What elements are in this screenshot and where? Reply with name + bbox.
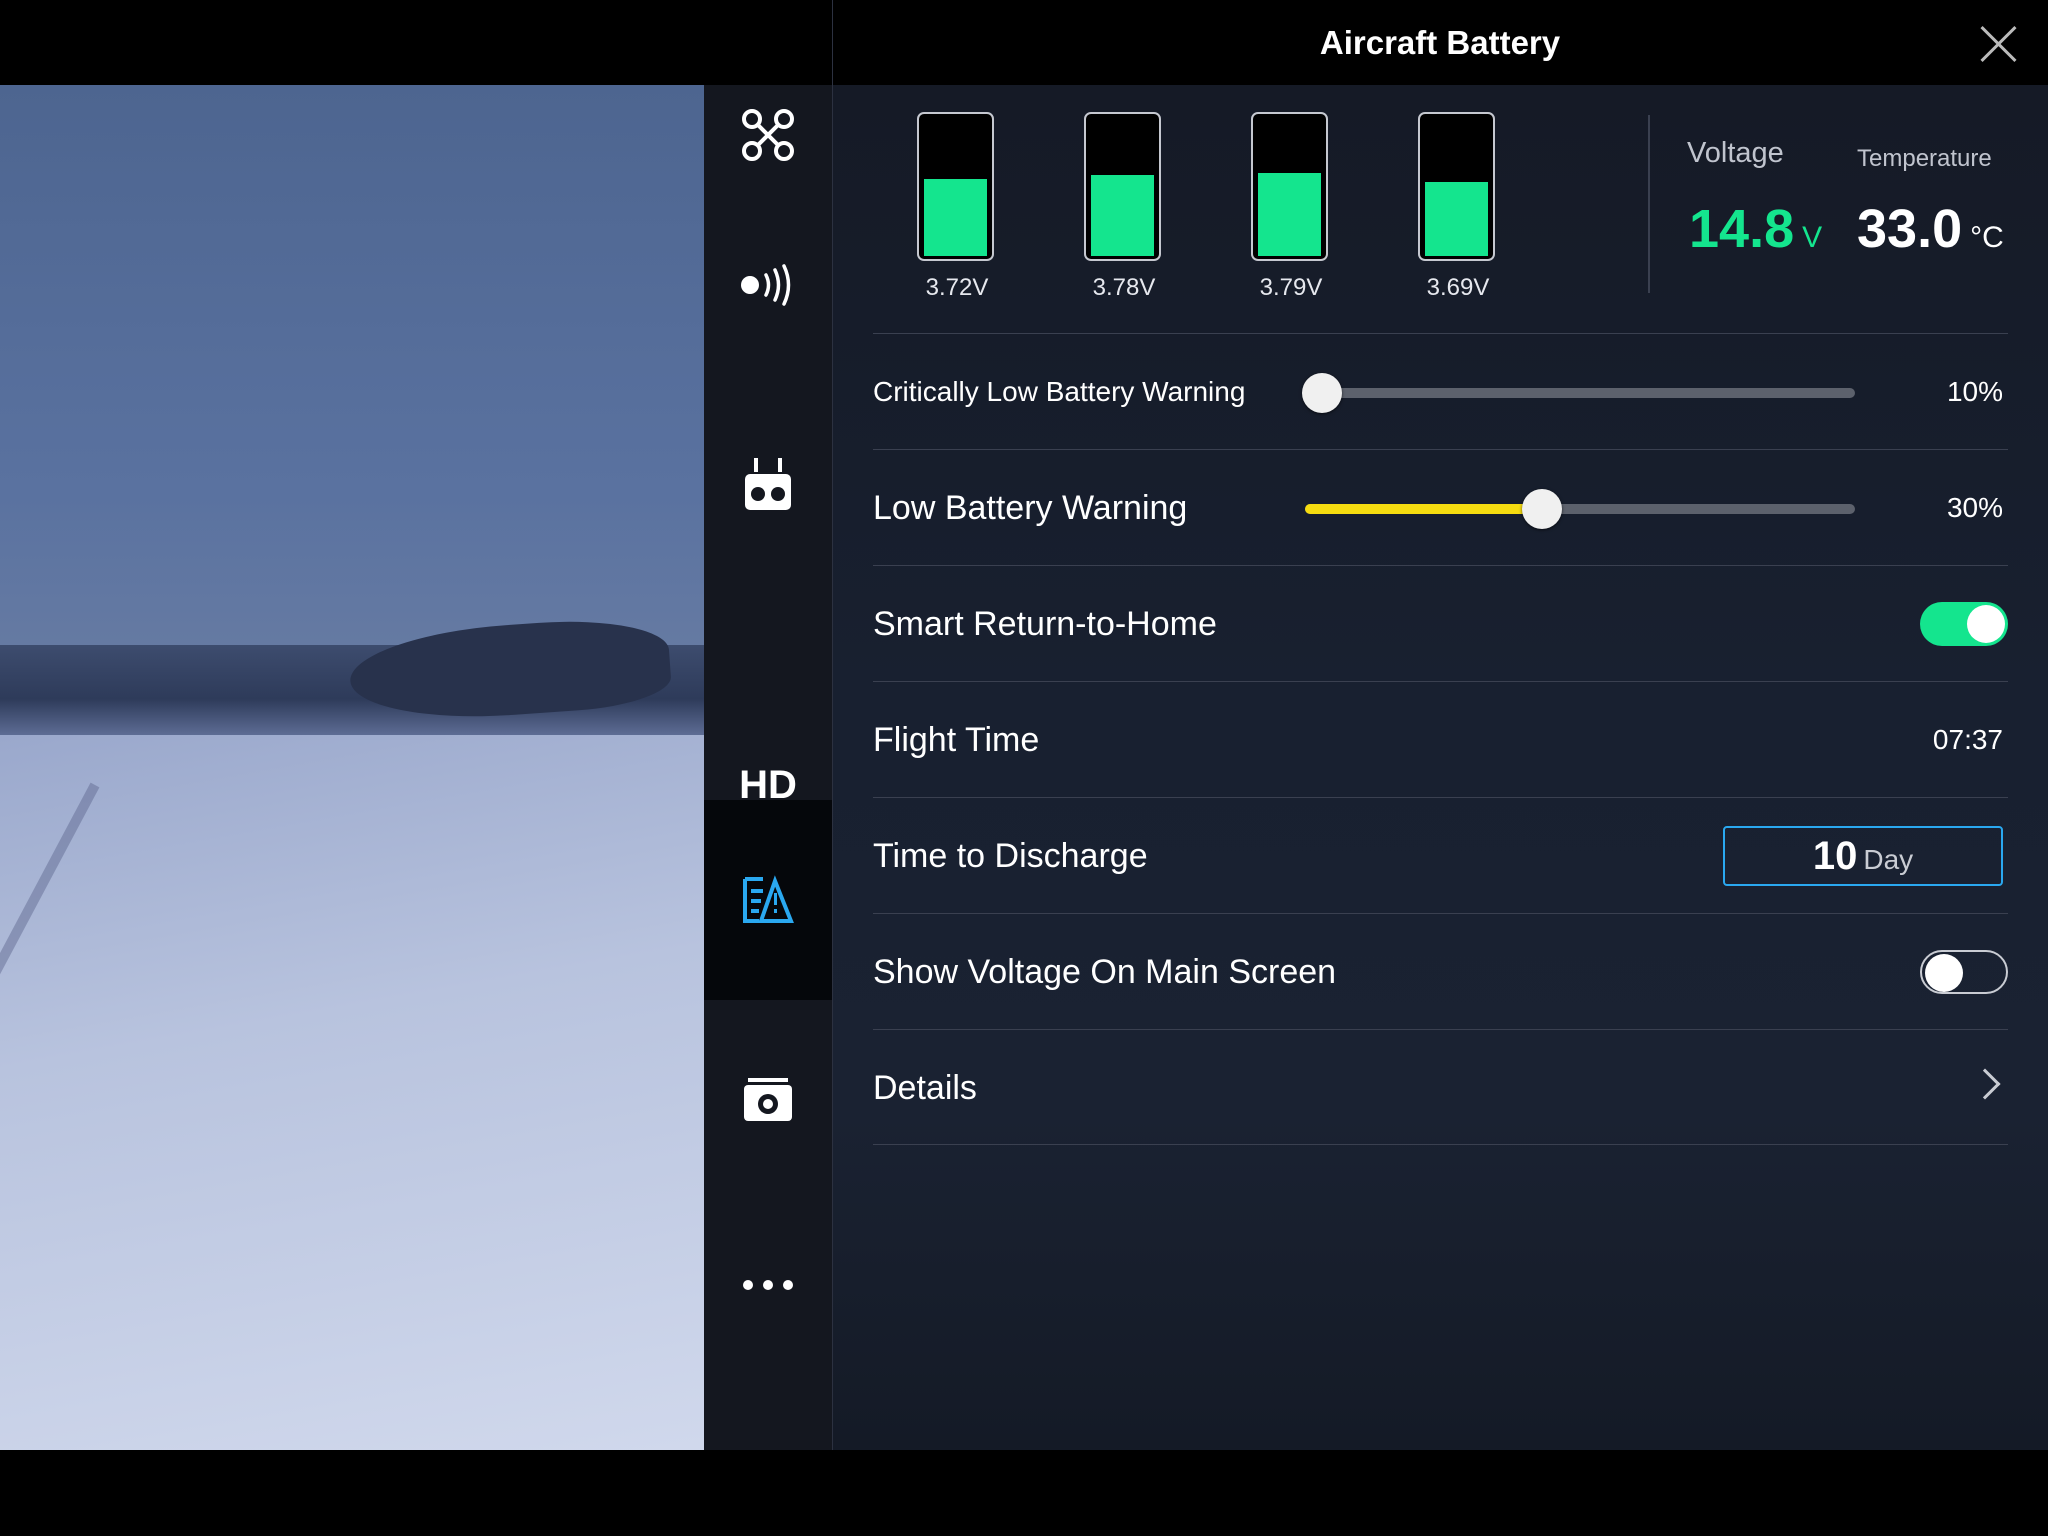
slider-knob[interactable]: [1301, 373, 1342, 413]
voltage-value: 14.8 V: [1689, 198, 1822, 260]
settings-sidebar: HD: [704, 85, 832, 1450]
voltage-unit: V: [1802, 221, 1823, 254]
sidebar-item-more[interactable]: [704, 1200, 832, 1370]
camera-icon: [744, 1078, 792, 1121]
bottom-bar: [0, 1450, 2048, 1536]
stats-divider: [1648, 115, 1650, 293]
discharge-unit: Day: [1863, 844, 1914, 875]
voltage-label: Voltage: [1687, 137, 1784, 169]
critical-low-value: 10%: [1946, 376, 2003, 407]
show-voltage-label: Show Voltage On Main Screen: [873, 953, 1337, 991]
cell-voltage: 3.79V: [1259, 274, 1323, 301]
temperature-unit: °C: [1970, 221, 2004, 254]
details-row[interactable]: Details: [873, 1029, 2008, 1145]
battery-cell: 3.78V: [1084, 112, 1164, 301]
sidebar-item-camera[interactable]: [704, 1000, 832, 1200]
cell-fill: [1091, 174, 1154, 256]
details-label: Details: [873, 1069, 977, 1107]
cell-voltage: 3.72V: [925, 274, 989, 301]
critical-low-label: Critically Low Battery Warning: [873, 376, 1246, 407]
temperature-label: Temperature: [1857, 145, 1992, 172]
remote-controller-icon: [745, 458, 791, 510]
cell-gauge: [1418, 112, 1495, 261]
discharge-label: Time to Discharge: [873, 837, 1148, 875]
discharge-input[interactable]: 10 Day: [1723, 826, 2003, 886]
battery-cell: 3.72V: [917, 112, 997, 301]
sidebar-item-remote-controller[interactable]: [704, 385, 832, 585]
signal-icon: [741, 264, 791, 306]
low-battery-slider[interactable]: [1305, 489, 1855, 529]
chevron-right-icon: [1969, 1068, 2001, 1100]
discharge-row: Time to Discharge 10 Day: [873, 797, 2008, 913]
cell-gauge: [1251, 112, 1328, 261]
camera-feed: [0, 85, 704, 1450]
cell-fill: [1425, 182, 1488, 256]
toggle-knob: [1967, 605, 2005, 643]
critical-low-row: Critically Low Battery Warning 10%: [873, 333, 2008, 449]
flight-time-value: 07:37: [1932, 724, 2003, 755]
show-voltage-row: Show Voltage On Main Screen: [873, 913, 2008, 1029]
show-voltage-toggle[interactable]: [1920, 950, 2008, 994]
smart-rth-toggle[interactable]: [1920, 602, 2008, 646]
flight-time-row: Flight Time 07:37: [873, 681, 2008, 797]
slider-fill: [1305, 504, 1542, 514]
close-icon[interactable]: [1978, 24, 2018, 64]
smart-rth-label: Smart Return-to-Home: [873, 605, 1217, 643]
flight-time-label: Flight Time: [873, 721, 1040, 759]
sidebar-item-battery[interactable]: [704, 800, 832, 1000]
page-title: Aircraft Battery: [1319, 24, 1561, 61]
cell-gauge: [1084, 112, 1161, 261]
aircraft-icon: [742, 109, 794, 161]
cell-voltage: 3.78V: [1092, 274, 1156, 301]
temperature-number: 33.0: [1857, 199, 1963, 259]
toggle-knob: [1925, 954, 1963, 992]
sidebar-item-signal[interactable]: [704, 200, 832, 370]
cell-fill: [924, 179, 987, 256]
battery-cell: 3.69V: [1418, 112, 1498, 301]
low-battery-label: Low Battery Warning: [873, 489, 1188, 527]
battery-cells: 3.72V 3.78V 3.79V 3.69V: [833, 85, 1495, 315]
smart-rth-row: Smart Return-to-Home: [873, 565, 2008, 681]
discharge-value: 10: [1812, 834, 1858, 878]
low-battery-row: Low Battery Warning 30%: [873, 449, 2008, 565]
battery-panel: 3.72V 3.78V 3.79V 3.69V Voltage 14.8 V Te…: [833, 85, 2048, 1450]
snow-field: [0, 735, 704, 1450]
temperature-value: 33.0 °C: [1857, 198, 2004, 260]
slider-knob[interactable]: [1521, 489, 1562, 529]
battery-icon: [743, 875, 794, 923]
more-icon: [743, 1280, 793, 1290]
cell-fill: [1258, 173, 1321, 256]
cell-voltage: 3.69V: [1426, 274, 1490, 301]
top-bar: Aircraft Battery: [832, 0, 2048, 85]
cell-gauge: [917, 112, 994, 261]
battery-cell: 3.79V: [1251, 112, 1331, 301]
critical-low-slider[interactable]: [1301, 373, 1855, 413]
voltage-number: 14.8: [1689, 199, 1795, 259]
low-battery-value: 30%: [1946, 492, 2003, 523]
